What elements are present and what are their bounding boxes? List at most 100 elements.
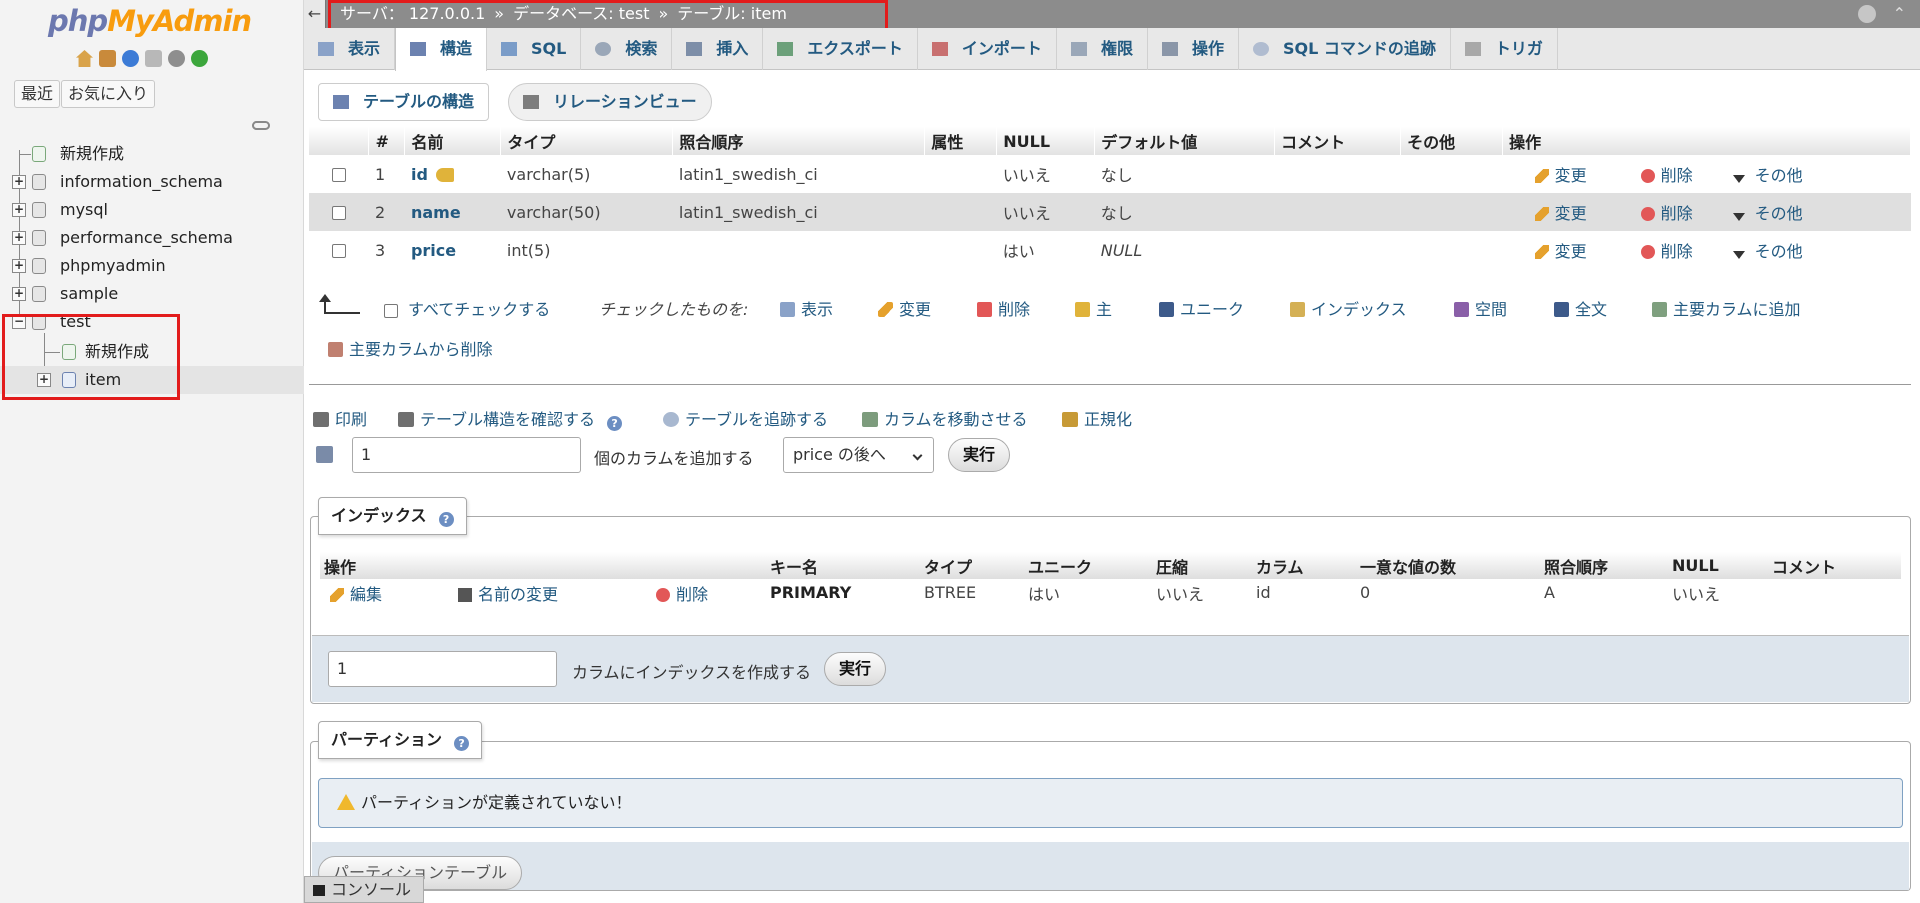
- partitions-legend: パーティション?: [318, 721, 483, 759]
- expand-icon[interactable]: +: [12, 259, 26, 273]
- tab-export[interactable]: エクスポート: [763, 28, 918, 70]
- rename-index-link[interactable]: 名前の変更: [458, 585, 558, 604]
- help-icon[interactable]: ?: [607, 416, 623, 431]
- fulltext-icon: [1554, 302, 1569, 317]
- add-central-icon: [1652, 302, 1667, 317]
- drop-column-link[interactable]: 削除: [1640, 204, 1693, 223]
- column-name[interactable]: price: [411, 241, 456, 260]
- tab-import[interactable]: インポート: [918, 28, 1057, 70]
- index-column-count-input[interactable]: 1: [328, 651, 557, 687]
- tab-privileges[interactable]: 権限: [1057, 28, 1148, 70]
- tab-triggers[interactable]: トリガ: [1451, 28, 1558, 70]
- bulk-change-button[interactable]: 変更: [878, 296, 931, 320]
- tree-item-performance-schema[interactable]: + performance_schema: [0, 224, 304, 252]
- row-checkbox[interactable]: [331, 206, 346, 220]
- documentation-icon[interactable]: [145, 50, 162, 67]
- bulk-index-button[interactable]: インデックス: [1290, 296, 1407, 320]
- add-column-go-button[interactable]: 実行: [948, 438, 1011, 472]
- tree-item-sample[interactable]: + sample: [0, 280, 304, 308]
- settings-gear-icon[interactable]: [168, 50, 185, 67]
- more-actions-dropdown[interactable]: その他: [1732, 204, 1803, 223]
- change-column-link[interactable]: 変更: [1534, 204, 1587, 223]
- pencil-icon: [1534, 207, 1549, 221]
- propose-structure-link[interactable]: テーブル構造を確認する?: [398, 406, 623, 431]
- table-row: 2 name varchar(50) latin1_swedish_ci いいえ…: [309, 193, 1911, 231]
- console-icon: [313, 885, 325, 896]
- tab-structure[interactable]: 構造: [395, 28, 488, 71]
- drop-index-link[interactable]: 削除: [656, 585, 708, 604]
- print-icon: [313, 412, 329, 427]
- tree-item-information-schema[interactable]: + information_schema: [0, 168, 304, 196]
- expand-icon[interactable]: +: [12, 203, 26, 217]
- drop-column-link[interactable]: 削除: [1640, 166, 1693, 185]
- add-column-count-input[interactable]: 1: [352, 437, 581, 473]
- delete-icon: [656, 587, 670, 602]
- tree-item-phpmyadmin[interactable]: + phpmyadmin: [0, 252, 304, 280]
- column-name[interactable]: id: [411, 165, 428, 184]
- row-checkbox[interactable]: [331, 168, 346, 182]
- tree-item-mysql[interactable]: + mysql: [0, 196, 304, 224]
- column-name[interactable]: name: [411, 203, 461, 222]
- expand-icon[interactable]: +: [12, 175, 26, 189]
- bulk-unique-button[interactable]: ユニーク: [1159, 296, 1244, 320]
- subtab-table-structure[interactable]: テーブルの構造: [318, 83, 490, 121]
- bulk-drop-button[interactable]: 削除: [977, 296, 1030, 320]
- key-icon: [1075, 302, 1090, 317]
- subtab-relation-view[interactable]: リレーションビュー: [508, 83, 712, 121]
- edit-index-link[interactable]: 編集: [330, 585, 382, 604]
- database-icon: [32, 230, 46, 246]
- highlight-box: [2, 314, 180, 400]
- home-icon[interactable]: [76, 50, 93, 67]
- collapse-icon[interactable]: ⌃: [1893, 0, 1906, 28]
- spatial-icon: [1454, 302, 1469, 317]
- reload-icon[interactable]: [191, 50, 208, 67]
- bulk-spatial-button[interactable]: 空間: [1454, 296, 1507, 320]
- favorite-tables-button[interactable]: お気に入り: [61, 80, 156, 108]
- help-icon[interactable]: ?: [438, 512, 454, 527]
- settings-gear-icon[interactable]: [1858, 5, 1876, 23]
- tab-sql[interactable]: SQL: [487, 28, 582, 70]
- drop-column-link[interactable]: 削除: [1640, 242, 1693, 261]
- add-column-position-select[interactable]: price の後へ: [783, 437, 934, 473]
- create-index-go-button[interactable]: 実行: [824, 652, 887, 686]
- back-arrow-icon[interactable]: ←: [304, 0, 326, 28]
- bulk-primary-button[interactable]: 主: [1075, 296, 1112, 320]
- move-columns-link[interactable]: カラムを移動させる: [862, 406, 1028, 430]
- tree-item-new[interactable]: 新規作成: [0, 140, 304, 168]
- database-icon: [32, 202, 46, 218]
- row-checkbox[interactable]: [331, 244, 346, 258]
- add-column-label: 個のカラムを追加する: [594, 449, 754, 468]
- bulk-remove-central-button[interactable]: 主要カラムから削除: [328, 336, 493, 360]
- bulk-browse-button[interactable]: 表示: [780, 296, 833, 320]
- print-link[interactable]: 印刷: [313, 406, 367, 430]
- with-selected-label: チェックしたものを:: [599, 300, 749, 319]
- tab-operations[interactable]: 操作: [1148, 28, 1239, 70]
- help-icon[interactable]: [122, 50, 139, 67]
- check-all[interactable]: すべてチェックする: [384, 296, 550, 320]
- tab-browse[interactable]: 表示: [304, 28, 396, 70]
- normalize-link[interactable]: 正規化: [1062, 406, 1132, 430]
- change-column-link[interactable]: 変更: [1534, 242, 1587, 261]
- divider: [309, 384, 1911, 385]
- phpmyadmin-logo[interactable]: phpMyAdmin: [48, 4, 252, 38]
- track-table-link[interactable]: テーブルを追跡する: [663, 406, 828, 430]
- link-with-main-panel-icon[interactable]: [252, 121, 270, 130]
- expand-icon[interactable]: +: [12, 231, 26, 245]
- more-actions-dropdown[interactable]: その他: [1732, 242, 1803, 261]
- logout-icon[interactable]: [99, 50, 116, 67]
- delete-icon: [1640, 207, 1655, 221]
- check-all-checkbox[interactable]: [384, 303, 398, 318]
- tab-tracking[interactable]: SQL コマンドの追跡: [1239, 28, 1451, 70]
- recent-tables-button[interactable]: 最近: [14, 80, 61, 108]
- more-actions-dropdown[interactable]: その他: [1732, 166, 1803, 185]
- console-toggle[interactable]: コンソール: [304, 876, 424, 903]
- structure-icon: [333, 95, 349, 109]
- bulk-add-central-button[interactable]: 主要カラムに追加: [1652, 296, 1801, 320]
- tab-search[interactable]: 検索: [581, 28, 673, 70]
- help-icon[interactable]: ?: [454, 736, 470, 751]
- expand-icon[interactable]: +: [12, 287, 26, 301]
- tab-insert[interactable]: 挿入: [672, 28, 764, 70]
- change-column-link[interactable]: 変更: [1534, 166, 1587, 185]
- table-row: 編集 名前の変更 削除 PRIMARY BTREE はい いいえ id 0 A …: [320, 579, 1901, 606]
- bulk-fulltext-button[interactable]: 全文: [1554, 296, 1607, 320]
